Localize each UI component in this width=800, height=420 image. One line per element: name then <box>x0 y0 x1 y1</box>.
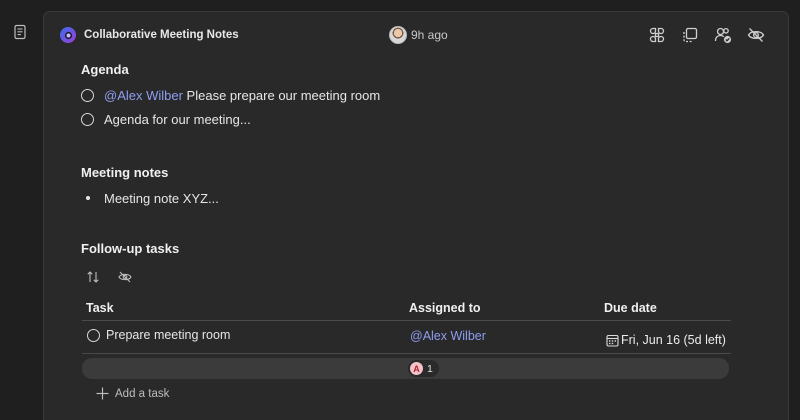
share-people-button[interactable] <box>713 25 733 45</box>
row-divider <box>82 353 731 354</box>
task-checkbox-circle-icon[interactable] <box>87 328 100 342</box>
hide-button[interactable] <box>746 25 766 45</box>
loop-logo-icon <box>59 26 77 44</box>
agenda-item[interactable]: @Alex Wilber Please prepare our meeting … <box>81 86 380 104</box>
assignee-summary-bar: A 1 <box>82 358 729 379</box>
apps-button[interactable] <box>647 25 667 45</box>
column-header-task[interactable]: Task <box>86 301 114 315</box>
assignee-count: 1 <box>427 362 433 375</box>
copy-component-icon <box>683 27 698 43</box>
sort-button[interactable] <box>85 269 101 285</box>
sort-icon <box>87 271 99 283</box>
avatar[interactable] <box>389 26 407 44</box>
agenda-heading: Agenda <box>81 62 129 77</box>
agenda-item-text[interactable]: Agenda for our meeting... <box>104 112 251 127</box>
list-item[interactable]: Meeting note XYZ... <box>86 189 219 207</box>
mention-alex-wilber[interactable]: @Alex Wilber <box>104 88 183 103</box>
checkbox-circle-icon[interactable] <box>81 88 94 102</box>
followup-tasks-heading: Follow-up tasks <box>81 241 180 256</box>
last-edited-time: 9h ago <box>411 28 448 42</box>
meeting-note-text[interactable]: Meeting note XYZ... <box>104 191 219 206</box>
agenda-item-text: Please prepare our meeting room <box>182 87 381 103</box>
column-header-due[interactable]: Due date <box>604 301 657 315</box>
hide-icon <box>747 28 765 42</box>
presence-indicator: 9h ago <box>389 25 448 45</box>
avatar: A <box>410 362 423 375</box>
bullet-icon <box>86 196 90 200</box>
notes-icon[interactable] <box>12 24 28 40</box>
calendar-icon <box>606 334 619 347</box>
component-title[interactable]: Collaborative Meeting Notes <box>84 29 239 41</box>
left-rail <box>0 0 42 420</box>
column-header-assigned[interactable]: Assigned to <box>409 301 481 315</box>
task-title[interactable]: Prepare meeting room <box>106 328 230 342</box>
hide-completed-button[interactable] <box>117 269 133 285</box>
loop-component-card: Collaborative Meeting Notes 9h ago Agend… <box>43 11 789 420</box>
due-date-text: Fri, Jun 16 (5d left) <box>621 333 726 347</box>
meeting-notes-heading: Meeting notes <box>81 165 169 180</box>
assignee-summary-chip[interactable]: A 1 <box>408 360 439 377</box>
add-task-label: Add a task <box>115 387 170 400</box>
plus-icon <box>96 387 109 400</box>
hide-completed-icon <box>118 271 132 283</box>
share-people-icon <box>714 27 732 44</box>
copy-component-button[interactable] <box>680 25 700 45</box>
assigned-person[interactable]: @Alex Wilber <box>410 329 486 343</box>
apps-icon <box>649 27 665 43</box>
checkbox-circle-icon[interactable] <box>81 112 94 126</box>
component-header: Collaborative Meeting Notes 9h ago <box>44 12 788 58</box>
add-task-button[interactable]: Add a task <box>96 387 169 400</box>
task-cell[interactable]: Prepare meeting room <box>87 328 230 342</box>
header-divider <box>82 320 731 321</box>
due-date-cell[interactable]: Fri, Jun 16 (5d left) <box>606 333 726 347</box>
agenda-item[interactable]: Agenda for our meeting... <box>81 110 251 128</box>
